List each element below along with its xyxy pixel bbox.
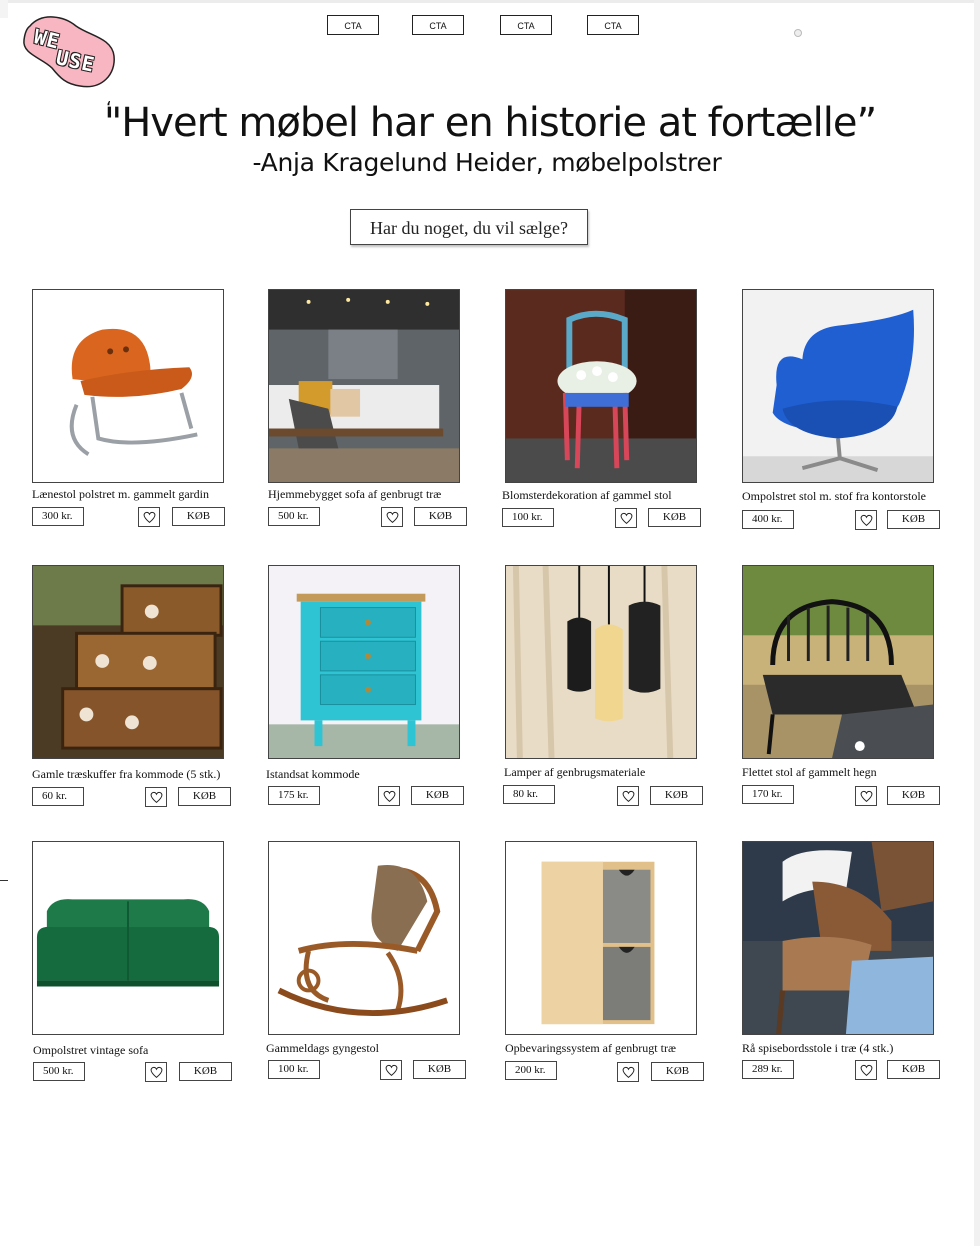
- scrollbar-track[interactable]: [974, 0, 980, 1246]
- product-card[interactable]: Gamle træskuffer fra kommode (5 stk.) 60…: [32, 565, 242, 815]
- product-price: 170 kr.: [742, 785, 794, 804]
- we-use-logo[interactable]: WE USE: [20, 12, 118, 92]
- favorite-button[interactable]: [617, 1062, 639, 1082]
- heart-icon: [622, 1066, 635, 1079]
- product-price: 175 kr.: [268, 786, 320, 805]
- buy-button[interactable]: KØB: [179, 1062, 232, 1081]
- product-card[interactable]: Ompolstret vintage sofa 500 kr. KØB: [32, 841, 242, 1091]
- heart-icon: [386, 511, 399, 524]
- product-title: Hjemmebygget sofa af genbrugt træ: [268, 487, 442, 501]
- product-price: 200 kr.: [505, 1061, 557, 1080]
- buy-button[interactable]: KØB: [172, 507, 225, 526]
- product-price: 500 kr.: [33, 1062, 85, 1081]
- heart-icon: [150, 1066, 163, 1079]
- hero-quote: "Hvert møbel har en historie at fortælle…: [103, 100, 877, 146]
- buy-button[interactable]: KØB: [887, 786, 940, 805]
- loading-icon: [794, 29, 802, 37]
- product-price: 100 kr.: [502, 508, 554, 527]
- product-card[interactable]: Flettet stol af gammelt hegn 170 kr. KØB: [742, 565, 952, 815]
- favorite-button[interactable]: [855, 510, 877, 530]
- sell-item-button[interactable]: Har du noget, du vil sælge?: [350, 209, 588, 245]
- buy-button[interactable]: KØB: [887, 1060, 940, 1079]
- product-title: Ompolstret vintage sofa: [33, 1043, 149, 1057]
- cta-button-3[interactable]: CTA: [500, 15, 552, 35]
- product-price: 80 kr.: [503, 785, 555, 804]
- product-title: Gammeldags gyngestol: [266, 1041, 379, 1055]
- favorite-button[interactable]: [138, 507, 160, 527]
- top-edge: [0, 0, 980, 3]
- product-title: Flettet stol af gammelt hegn: [742, 765, 877, 779]
- product-title: Lamper af genbrugsmateriale: [504, 765, 646, 779]
- product-card[interactable]: Hjemmebygget sofa af genbrugt træ 500 kr…: [268, 289, 478, 539]
- product-title: Opbevaringssystem af genbrugt træ: [505, 1041, 676, 1055]
- product-image-egg-chair[interactable]: [742, 289, 934, 483]
- heart-icon: [150, 791, 163, 804]
- product-card[interactable]: Lænestol polstret m. gammelt gardin 300 …: [32, 289, 242, 539]
- heart-icon: [860, 1064, 873, 1077]
- product-card[interactable]: Gammeldags gyngestol 100 kr. KØB: [266, 841, 478, 1091]
- product-card[interactable]: Rå spisebordsstole i træ (4 stk.) 289 kr…: [742, 841, 952, 1091]
- heart-icon: [385, 1064, 398, 1077]
- product-price: 400 kr.: [742, 510, 794, 529]
- product-title: Istandsat kommode: [266, 767, 360, 781]
- buy-button[interactable]: KØB: [411, 786, 464, 805]
- product-image-drawers[interactable]: [32, 565, 224, 759]
- product-image-storage-unit[interactable]: [505, 841, 697, 1035]
- product-card[interactable]: Istandsat kommode 175 kr. KØB: [266, 565, 478, 815]
- product-image-green-sofa[interactable]: [32, 841, 224, 1035]
- side-marker: [0, 880, 8, 881]
- left-edge: [0, 0, 8, 18]
- quote-author: -Anja Kragelund Heider, møbelpolstrer: [252, 148, 722, 177]
- product-image-wicker-chair[interactable]: [742, 565, 934, 759]
- favorite-button[interactable]: [855, 786, 877, 806]
- product-image-flower-chair[interactable]: [505, 289, 697, 483]
- product-image-rocking-chair[interactable]: [268, 841, 460, 1035]
- heart-icon: [143, 511, 156, 524]
- buy-button[interactable]: KØB: [887, 510, 940, 529]
- heart-icon: [620, 512, 633, 525]
- favorite-button[interactable]: [145, 1062, 167, 1082]
- product-card[interactable]: Blomsterdekoration af gammel stol 100 kr…: [502, 289, 715, 539]
- product-image-sofa[interactable]: [268, 289, 460, 483]
- product-image-rocking-armchair[interactable]: [32, 289, 224, 483]
- product-price: 100 kr.: [268, 1060, 320, 1079]
- heart-icon: [860, 514, 873, 527]
- product-card[interactable]: Lamper af genbrugsmateriale 80 kr. KØB: [503, 565, 715, 815]
- product-card[interactable]: Opbevaringssystem af genbrugt træ 200 kr…: [505, 841, 715, 1091]
- favorite-button[interactable]: [855, 1060, 877, 1080]
- product-image-dresser[interactable]: [268, 565, 460, 759]
- product-price: 500 kr.: [268, 507, 320, 526]
- product-image-lamps[interactable]: [505, 565, 697, 759]
- heart-icon: [383, 790, 396, 803]
- buy-button[interactable]: KØB: [648, 508, 701, 527]
- favorite-button[interactable]: [381, 507, 403, 527]
- favorite-button[interactable]: [615, 508, 637, 528]
- buy-button[interactable]: KØB: [413, 1060, 466, 1079]
- favorite-button[interactable]: [145, 787, 167, 807]
- product-title: Gamle træskuffer fra kommode (5 stk.): [32, 767, 221, 781]
- product-price: 60 kr.: [32, 787, 84, 806]
- product-card[interactable]: Ompolstret stol m. stof fra kontorstole …: [742, 289, 952, 539]
- buy-button[interactable]: KØB: [178, 787, 231, 806]
- product-title: Blomsterdekoration af gammel stol: [502, 488, 672, 502]
- cta-button-2[interactable]: CTA: [412, 15, 464, 35]
- buy-button[interactable]: KØB: [414, 507, 467, 526]
- favorite-button[interactable]: [378, 786, 400, 806]
- cta-button-4[interactable]: CTA: [587, 15, 639, 35]
- heart-icon: [860, 790, 873, 803]
- cta-button-1[interactable]: CTA: [327, 15, 379, 35]
- product-title: Ompolstret stol m. stof fra kontorstole: [742, 489, 926, 503]
- product-price: 300 kr.: [32, 507, 84, 526]
- product-title: Lænestol polstret m. gammelt gardin: [32, 487, 209, 501]
- product-price: 289 kr.: [742, 1060, 794, 1079]
- heart-icon: [622, 790, 635, 803]
- product-image-dining-chairs[interactable]: [742, 841, 934, 1035]
- buy-button[interactable]: KØB: [650, 786, 703, 805]
- product-title: Rå spisebordsstole i træ (4 stk.): [742, 1041, 894, 1055]
- favorite-button[interactable]: [617, 786, 639, 806]
- buy-button[interactable]: KØB: [651, 1062, 704, 1081]
- favorite-button[interactable]: [380, 1060, 402, 1080]
